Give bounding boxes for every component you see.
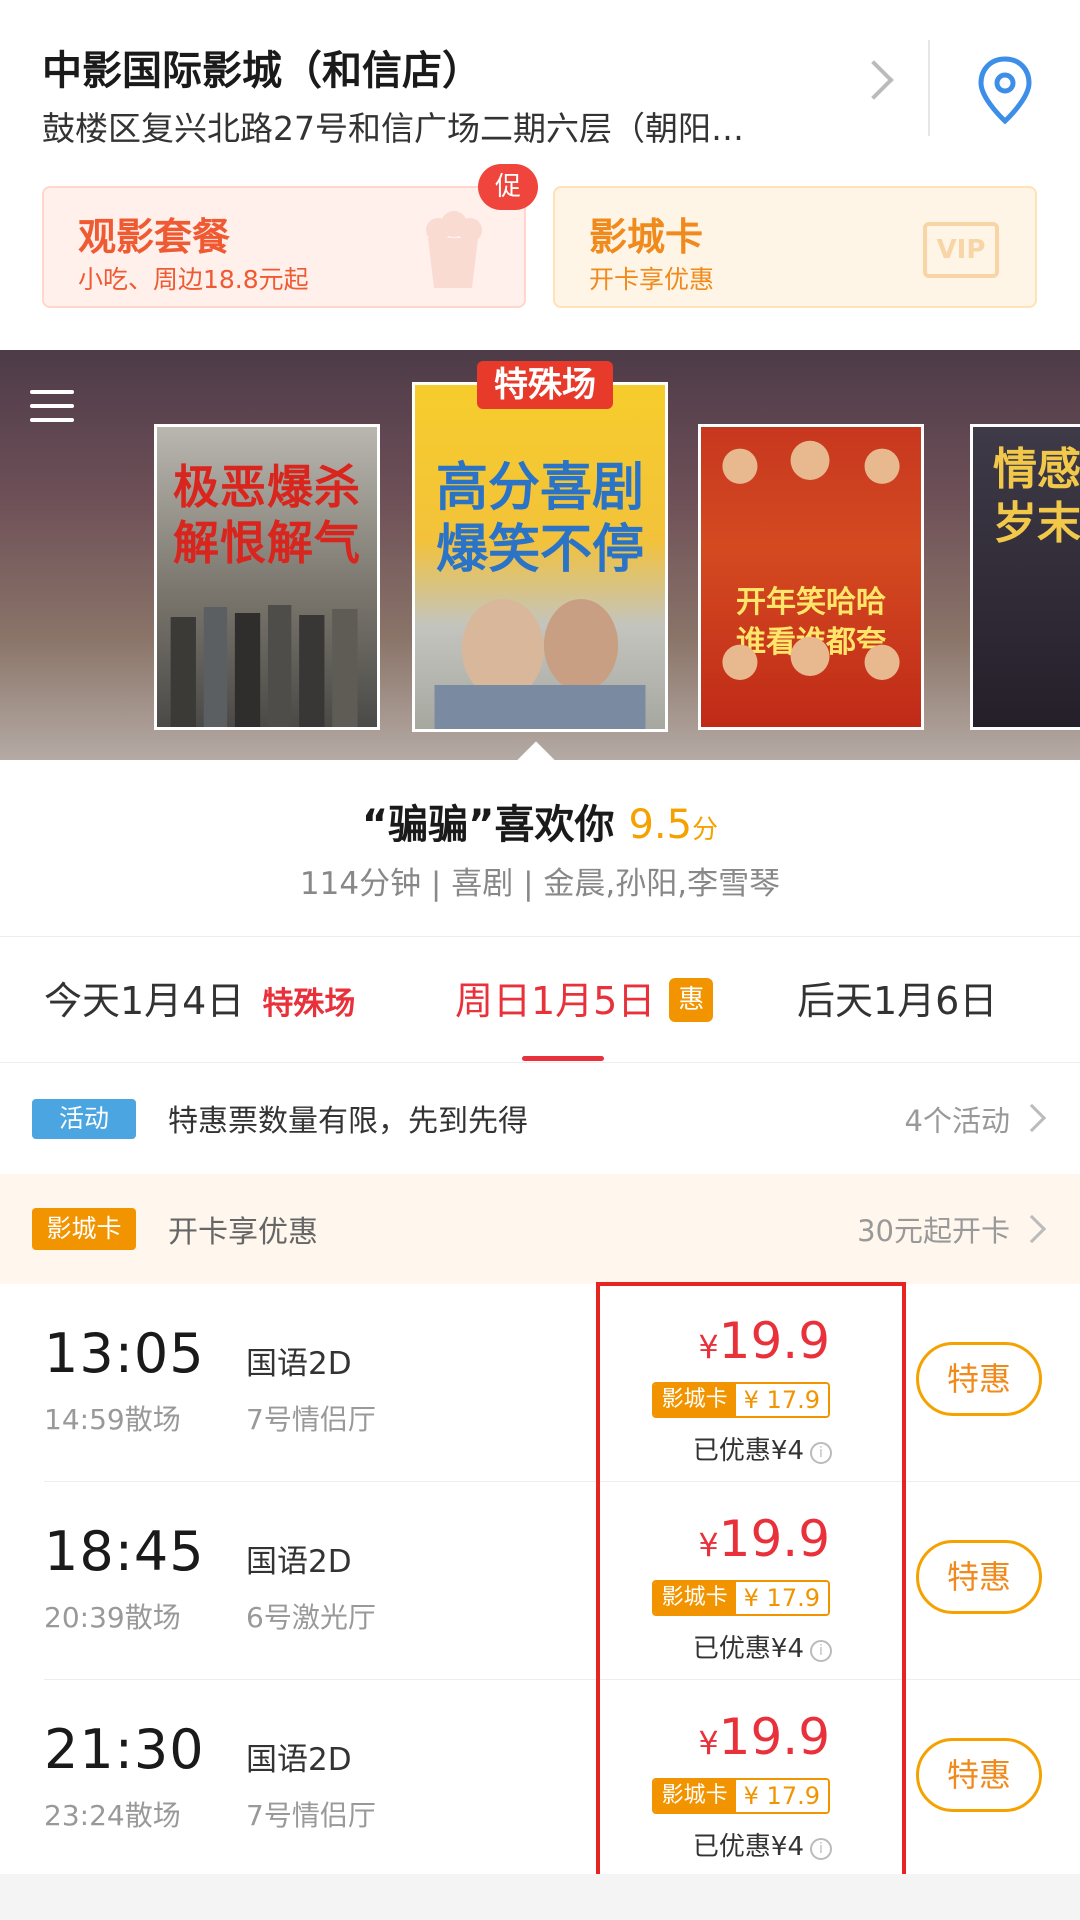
showtime-end: 20:39散场 [44, 1601, 181, 1634]
popcorn-icon [426, 211, 482, 288]
poster-title: 高分喜剧 爆笑不停 [435, 458, 644, 580]
date-tab-label: 后天1月6日 [797, 979, 998, 1023]
showtime-hall: 6号激光厅 [246, 1601, 376, 1634]
cinema-card-promo-subtitle: 开卡享优惠 [589, 265, 715, 294]
movie-poster[interactable]: 开年笑哈哈 谁看谁都夸 [698, 424, 924, 730]
cinema-card-promo-card[interactable]: 影城卡 开卡享优惠 VIP [553, 186, 1037, 308]
showtime-start: 18:45 [44, 1520, 205, 1583]
poster-figures [434, 599, 646, 729]
cinema-card-tag: 影城卡 [32, 1208, 136, 1250]
cinema-header[interactable]: 中影国际影城（和信店） 鼓楼区复兴北路27号和信广场二期六层（朝阳… [0, 0, 1080, 160]
divider [0, 936, 1080, 937]
movie-title: “骗骗”喜欢你 [361, 802, 615, 848]
cinema-card-price: 30元起开卡 [857, 1214, 1010, 1248]
activity-text: 特惠票数量有限，先到先得 [168, 1104, 528, 1139]
showtime-language: 国语2D [246, 1544, 352, 1580]
combo-promo-card[interactable]: 观影套餐 小吃、周边18.8元起 [42, 186, 526, 308]
location-pin-icon[interactable] [975, 55, 1035, 125]
active-tab-underline [522, 1056, 604, 1061]
poster-title: 情感 岁末 [993, 444, 1080, 549]
buy-ticket-button[interactable]: 特惠 [916, 1342, 1042, 1416]
date-tab-label: 周日1月5日 [455, 979, 656, 1023]
cinema-card-row[interactable]: 影城卡 开卡享优惠 30元起开卡 [0, 1174, 1080, 1284]
poster-figures [170, 605, 358, 727]
cinema-card-promo-title: 影城卡 [589, 215, 704, 259]
bottom-spacer [0, 1874, 1080, 1920]
showtime-language: 国语2D [246, 1742, 352, 1778]
activity-count: 4个活动 [904, 1104, 1010, 1138]
menu-icon[interactable] [30, 386, 74, 426]
buy-ticket-button[interactable]: 特惠 [916, 1540, 1042, 1614]
special-screening-tag: 特殊场 [477, 361, 613, 409]
poster-title: 极恶爆杀 解恨解气 [173, 460, 361, 570]
poster-figures [722, 440, 900, 680]
cinema-address: 鼓楼区复兴北路27号和信广场二期六层（朝阳… [42, 109, 744, 148]
date-tab-label: 今天1月4日 [44, 979, 245, 1023]
special-screening-tag: 特殊场 [262, 986, 356, 1022]
movie-poster[interactable]: 极恶爆杀 解恨解气 [154, 424, 380, 730]
movie-score-unit: 分 [692, 815, 719, 845]
promo-badge: 促 [478, 164, 538, 210]
chevron-right-icon [1017, 1103, 1047, 1133]
showtime-row[interactable]: 18:45 20:39散场 国语2D 6号激光厅 ¥19.9 影城卡 ¥ 17.9… [0, 1482, 1080, 1680]
date-tab-today[interactable]: 今天1月4日 特殊场 [44, 970, 355, 1025]
combo-promo-subtitle: 小吃、周边18.8元起 [78, 265, 309, 294]
cinema-name: 中影国际影城（和信店） [42, 48, 482, 94]
movie-carousel[interactable]: 极恶爆杀 解恨解气 特殊场 高分喜剧 爆笑不停 开年笑哈哈 谁看谁都夸 情感 岁… [0, 350, 1080, 760]
activity-tag: 活动 [32, 1099, 136, 1139]
showtime-end: 23:24散场 [44, 1799, 181, 1832]
price-highlight-box [596, 1282, 906, 1888]
showtime-language: 国语2D [246, 1346, 352, 1382]
combo-promo-title: 观影套餐 [78, 215, 231, 259]
showtime-hall: 7号情侣厅 [246, 1403, 376, 1436]
date-tab-sunday[interactable]: 周日1月5日惠 [455, 970, 714, 1025]
movie-title-row: “骗骗”喜欢你 9.5分 [0, 792, 1080, 850]
showtime-start: 13:05 [44, 1322, 205, 1385]
chevron-right-icon[interactable] [854, 60, 894, 100]
cinema-card-text: 开卡享优惠 [168, 1215, 318, 1250]
divider [0, 1062, 1080, 1063]
date-tab-day-after[interactable]: 后天1月6日 [797, 970, 997, 1025]
buy-ticket-button[interactable]: 特惠 [916, 1738, 1042, 1812]
header-divider [928, 40, 930, 136]
movie-score: 9.5 [628, 802, 693, 848]
movie-poster-selected[interactable]: 特殊场 高分喜剧 爆笑不停 [412, 361, 668, 732]
showtime-start: 21:30 [44, 1718, 205, 1781]
movie-meta: 114分钟 | 喜剧 | 金晨,孙阳,李雪琴 [299, 866, 781, 902]
showtime-end: 14:59散场 [44, 1403, 181, 1436]
vip-card-icon: VIP [923, 222, 999, 278]
carousel-selection-notch [513, 741, 559, 760]
discount-tag: 惠 [669, 978, 714, 1022]
showtime-row[interactable]: 21:30 23:24散场 国语2D 7号情侣厅 ¥19.9 影城卡 ¥ 17.9… [0, 1680, 1080, 1878]
showtime-list: 13:05 14:59散场 国语2D 7号情侣厅 ¥19.9 影城卡 ¥ 17.9… [0, 1284, 1080, 1874]
chevron-right-icon [1017, 1214, 1047, 1244]
showtime-hall: 7号情侣厅 [246, 1799, 376, 1832]
activity-row[interactable]: 活动 特惠票数量有限，先到先得 4个活动 [0, 1064, 1080, 1172]
showtime-row[interactable]: 13:05 14:59散场 国语2D 7号情侣厅 ¥19.9 影城卡 ¥ 17.9… [0, 1284, 1080, 1482]
movie-poster[interactable]: 情感 岁末 [970, 424, 1080, 730]
